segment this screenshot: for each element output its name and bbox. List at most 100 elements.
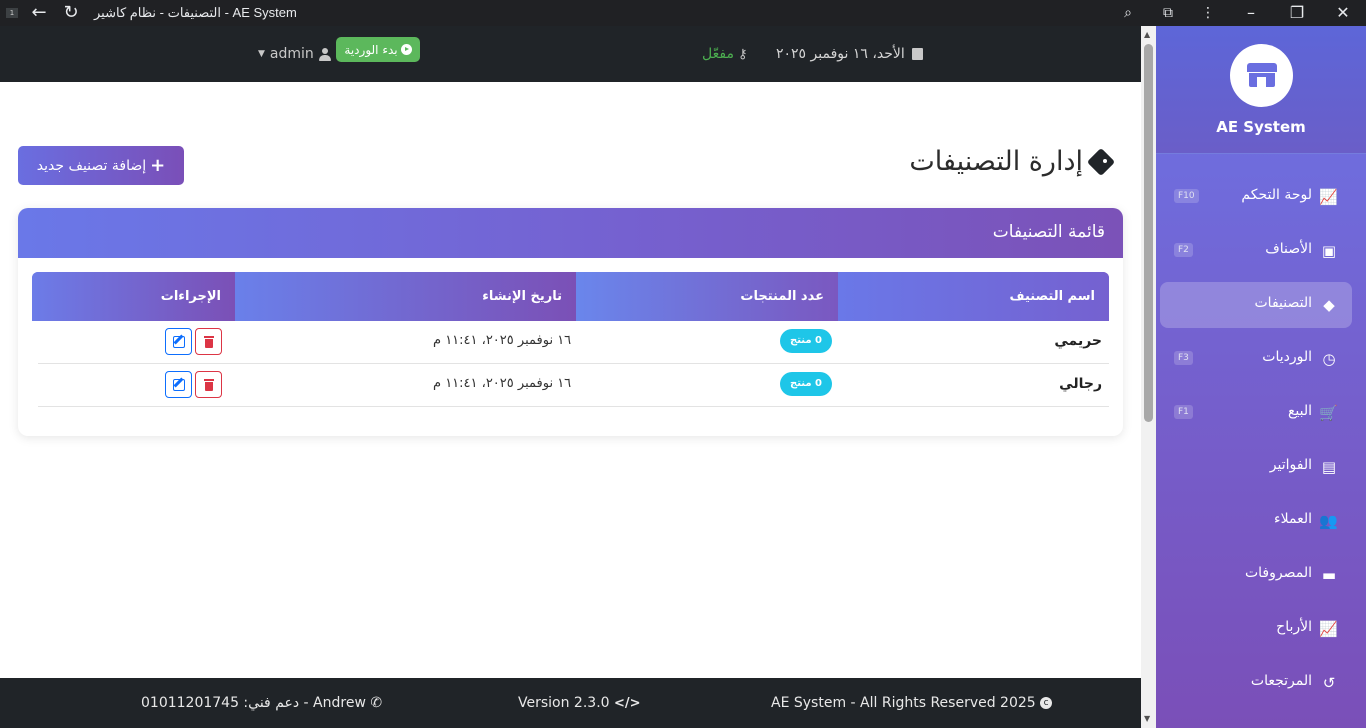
zoom-search-icon[interactable]: ⌕: [1108, 0, 1148, 26]
delete-button[interactable]: [195, 328, 222, 355]
sidebar-item-clock[interactable]: ◷ الورديات F3: [1156, 332, 1366, 386]
undo-icon: ↺: [1322, 674, 1336, 692]
category-name: حريمي: [1054, 333, 1102, 349]
user-menu[interactable]: ▼ admin: [258, 26, 331, 82]
page-scrollbar[interactable]: ▲ ▼: [1141, 26, 1156, 728]
browser-titlebar: 1 ← ↻ التصنيفات - نظام كاشير - AE System…: [0, 0, 1366, 26]
start-shift-label: بدء الوردية: [344, 42, 398, 57]
page-title: إدارة التصنيفات: [909, 146, 1117, 177]
sidebar-item-label: البيع: [1287, 403, 1312, 419]
sidebar-brand: AE System: [1156, 26, 1366, 154]
cart-icon: 🛒: [1319, 404, 1338, 422]
sidebar-item-label: لوحة التحكم: [1241, 187, 1312, 203]
start-shift-button[interactable]: بدء الوردية: [336, 37, 420, 62]
sidebar-item-label: العملاء: [1274, 511, 1312, 527]
tab-badge: 1: [6, 8, 18, 18]
edit-icon: [172, 378, 185, 391]
reload-icon[interactable]: ↻: [60, 0, 82, 26]
copyright-icon: c: [1040, 697, 1053, 709]
product-count-badge: 0 منتج: [780, 372, 832, 396]
sidebar-item-label: المرتجعات: [1250, 673, 1312, 689]
back-arrow-icon[interactable]: ←: [28, 0, 50, 26]
created-date: ١٦ نوفمبر ٢٠٢٥، ١١:٤١ م: [433, 376, 572, 391]
sidebar-item-money[interactable]: ▬ المصروفات: [1156, 548, 1366, 602]
column-header-count[interactable]: عدد المنتجات: [576, 272, 838, 321]
sidebar-item-undo[interactable]: ↺ المرتجعات: [1156, 656, 1366, 710]
sidebar-item-label: الفواتير: [1269, 457, 1312, 473]
store-logo: [1230, 44, 1293, 107]
sidebar-item-label: المصروفات: [1244, 565, 1312, 581]
more-menu-icon[interactable]: ⋮: [1188, 0, 1228, 26]
sidebar-item-invoice[interactable]: ▤ الفواتير: [1156, 440, 1366, 494]
trash-icon: [203, 378, 214, 391]
row-actions: [165, 328, 222, 356]
status-text: مفعّل: [702, 46, 734, 62]
footer-rights: AE System - All Rights Reserved 2025 c: [771, 678, 1053, 728]
license-status: ⚷ مفعّل: [702, 26, 747, 82]
scrollbar-thumb[interactable]: [1144, 44, 1153, 422]
version-text: Version 2.3.0: [518, 695, 610, 711]
page-title-text: إدارة التصنيفات: [909, 146, 1083, 177]
edit-button[interactable]: [165, 328, 192, 355]
play-circle-icon: [400, 44, 412, 55]
sidebar-item-label: الأرباح: [1276, 619, 1312, 635]
add-category-button[interactable]: + إضافة تصنيف جديد: [18, 146, 184, 185]
invoice-icon: ▤: [1321, 458, 1337, 476]
users-icon: 👥: [1319, 512, 1338, 530]
user-icon: [318, 47, 331, 61]
row-actions: [165, 371, 222, 399]
extensions-icon[interactable]: ⧉: [1148, 0, 1188, 26]
minimize-icon[interactable]: –: [1228, 0, 1274, 26]
sidebar-item-label: الورديات: [1262, 349, 1312, 365]
table-row: رجالي 0 منتج ١٦ نوفمبر ٢٠٢٥، ١١:٤١ م: [38, 364, 1109, 407]
brand-name: AE System: [1216, 118, 1306, 136]
clock-icon: ◷: [1322, 350, 1336, 368]
table-row: حريمي 0 منتج ١٦ نوفمبر ٢٠٢٥، ١١:٤١ م: [38, 321, 1109, 364]
sidebar-item-chart[interactable]: 📈 الأرباح: [1156, 602, 1366, 656]
shortcut-key-badge: F3: [1174, 351, 1193, 365]
top-header: الأحد، ١٦ نوفمبر ٢٠٢٥ ⚷ مفعّل بدء الوردي…: [0, 26, 1141, 82]
shortcut-key-badge: F10: [1174, 189, 1199, 203]
column-header-date[interactable]: تاريخ الإنشاء: [235, 272, 576, 321]
calendar-icon: [911, 48, 923, 60]
tags-icon: [1089, 149, 1117, 175]
delete-button[interactable]: [195, 371, 222, 398]
sidebar-item-cart[interactable]: 🛒 البيع F1: [1156, 386, 1366, 440]
chart-icon: 📈: [1319, 620, 1338, 638]
scroll-down-icon[interactable]: ▼: [1144, 714, 1150, 723]
chart-line-icon: 📈: [1319, 188, 1338, 206]
column-header-name[interactable]: اسم التصنيف: [838, 272, 1109, 321]
footer-version: Version 2.3.0 </>: [518, 678, 641, 728]
tags-icon: ◆: [1323, 296, 1335, 314]
date-text: الأحد، ١٦ نوفمبر ٢٠٢٥: [776, 46, 905, 62]
footer-support: دعم فني: 01011201745 - Andrew ✆: [141, 678, 382, 728]
scroll-up-icon[interactable]: ▲: [1144, 30, 1150, 39]
sidebar-item-box[interactable]: ▣ الأصناف F2: [1156, 224, 1366, 278]
edit-icon: [172, 335, 185, 348]
store-icon: [1247, 63, 1277, 87]
sidebar-item-label: الأصناف: [1265, 241, 1312, 257]
current-date: الأحد، ١٦ نوفمبر ٢٠٢٥: [776, 26, 923, 82]
table-header: اسم التصنيف عدد المنتجات تاريخ الإنشاء ا…: [32, 272, 1109, 321]
category-name: رجالي: [1059, 376, 1102, 392]
sidebar-item-chart-line[interactable]: 📈 لوحة التحكم F10: [1156, 170, 1366, 224]
sidebar-item-tags[interactable]: ◆ التصنيفات: [1156, 278, 1366, 332]
caret-down-icon: ▼: [258, 49, 265, 59]
footer: AE System - All Rights Reserved 2025 c V…: [0, 678, 1141, 728]
categories-table: اسم التصنيف عدد المنتجات تاريخ الإنشاء ا…: [32, 272, 1109, 407]
restore-icon[interactable]: ❐: [1274, 0, 1320, 26]
product-count-badge: 0 منتج: [780, 329, 832, 353]
add-category-label: إضافة تصنيف جديد: [36, 157, 147, 174]
rights-text: AE System - All Rights Reserved 2025: [771, 695, 1036, 711]
main-content: إدارة التصنيفات + إضافة تصنيف جديد قائمة…: [0, 82, 1141, 678]
plus-icon: +: [150, 155, 166, 176]
shortcut-key-badge: F2: [1174, 243, 1193, 257]
sidebar-item-users[interactable]: 👥 العملاء: [1156, 494, 1366, 548]
box-icon: ▣: [1321, 242, 1337, 260]
close-icon[interactable]: ✕: [1320, 0, 1366, 26]
sidebar: AE System 📈 لوحة التحكم F10 ▣ الأصناف F2 ◆ التص…: [1156, 26, 1366, 728]
username: admin: [269, 46, 314, 62]
edit-button[interactable]: [165, 371, 192, 398]
shortcut-key-badge: F1: [1174, 405, 1193, 419]
categories-card: قائمة التصنيفات اسم التصنيف عدد المنتجات…: [18, 208, 1123, 436]
